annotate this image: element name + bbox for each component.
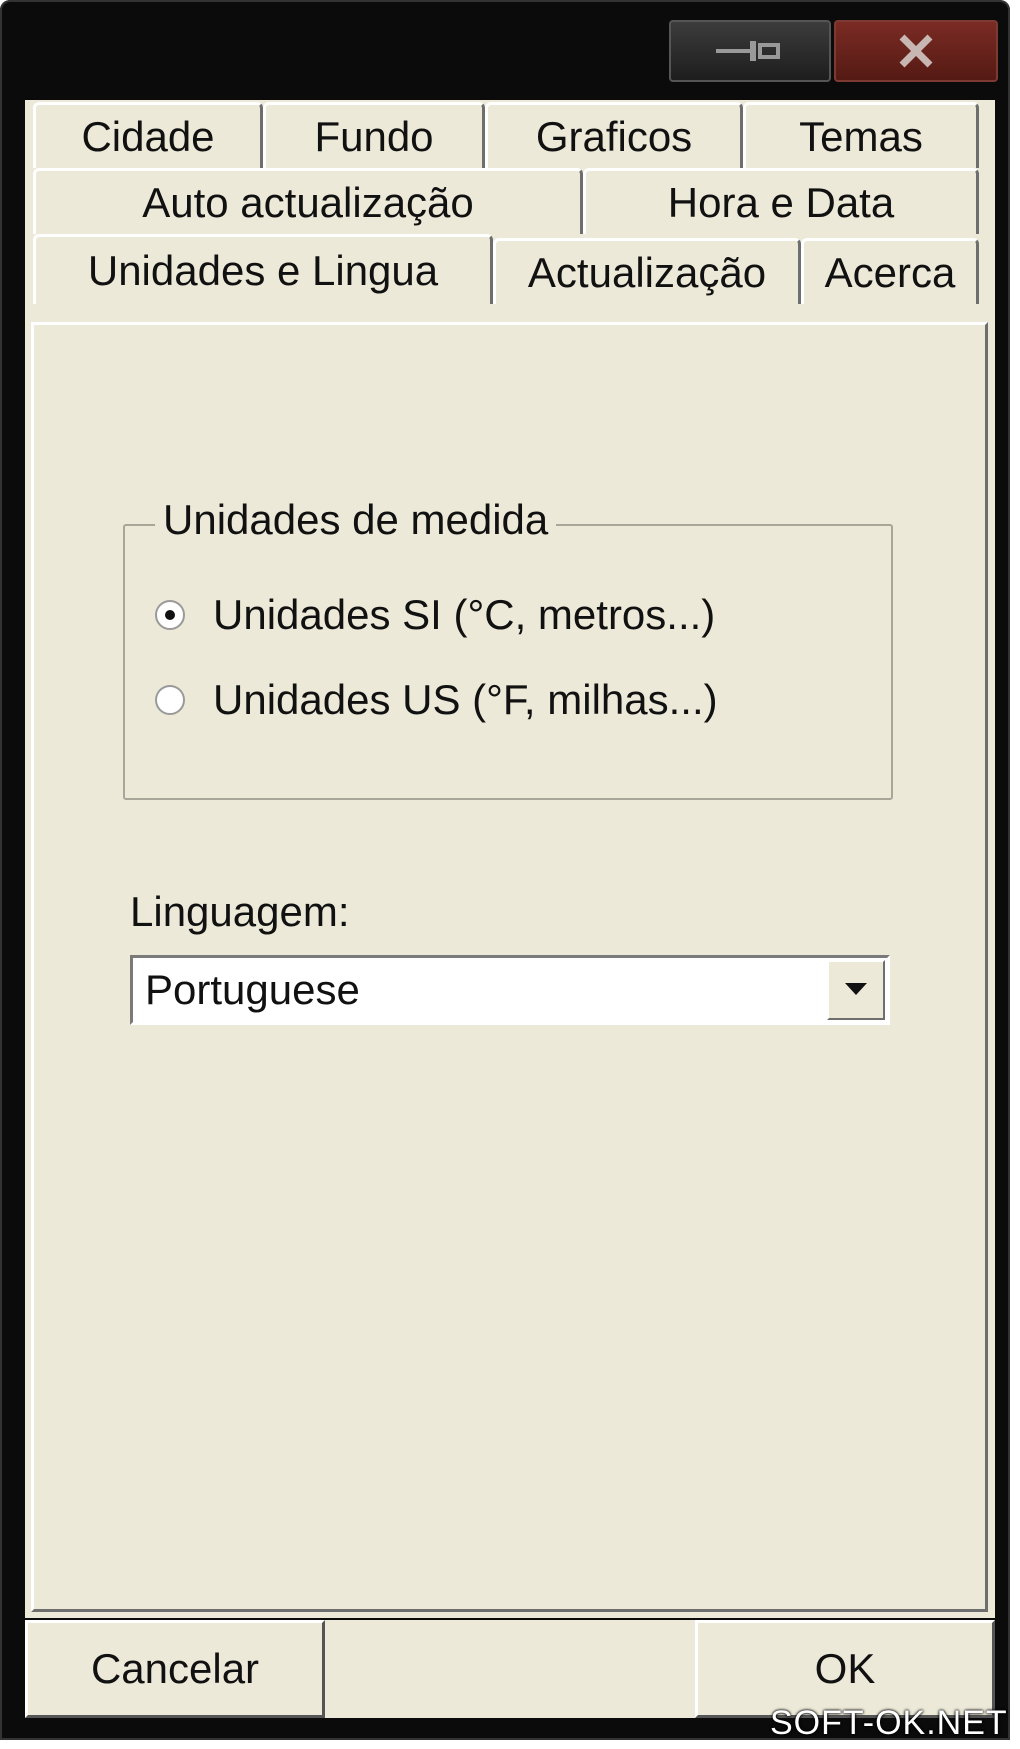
- radio-button[interactable]: [155, 685, 185, 715]
- tab-acerca[interactable]: Acerca: [801, 238, 979, 304]
- close-button[interactable]: [834, 20, 998, 82]
- tab-label: Actualização: [527, 248, 767, 296]
- tab-cidade[interactable]: Cidade: [33, 102, 263, 168]
- tab-label: Acerca: [824, 248, 956, 296]
- tab-actualizacao[interactable]: Actualização: [493, 238, 801, 304]
- radio-us-units[interactable]: Unidades US (°F, milhas...): [155, 676, 718, 724]
- tab-label: Cidade: [81, 112, 215, 160]
- watermark-text: SOFT-OK.NET: [770, 1704, 1008, 1742]
- tab-label: Graficos: [535, 112, 693, 160]
- tab-auto-actualizacao[interactable]: Auto actualização: [33, 168, 583, 234]
- radio-label: Unidades US (°F, milhas...): [213, 676, 718, 723]
- tab-unidades-e-lingua: Unidades e Lingua: [33, 234, 493, 304]
- settings-window: Cidade Fundo Graficos Temas Auto actuali…: [0, 0, 1010, 1740]
- tab-label: Hora e Data: [667, 178, 895, 226]
- pin-button[interactable]: [669, 20, 831, 82]
- tab-label: Unidades e Lingua: [87, 246, 439, 294]
- radio-si-units[interactable]: Unidades SI (°C, metros...): [155, 591, 715, 639]
- radio-checked-dot: [165, 610, 175, 620]
- units-groupbox: Unidades de medida Unidades SI (°C, metr…: [123, 496, 893, 800]
- tab-label: Temas: [799, 112, 923, 160]
- ok-label: OK: [814, 1645, 876, 1692]
- tab-label: Fundo: [314, 112, 434, 160]
- pin-icon: [716, 41, 780, 61]
- dialog-client-area: Cidade Fundo Graficos Temas Auto actuali…: [25, 100, 995, 1618]
- cancel-label: Cancelar: [90, 1645, 260, 1692]
- button-bar-spacer: [325, 1620, 695, 1718]
- language-select[interactable]: Portuguese: [130, 955, 890, 1025]
- tab-label: Auto actualização: [142, 178, 474, 226]
- title-bar: [0, 0, 1010, 100]
- tab-hora-e-data[interactable]: Hora e Data: [583, 168, 979, 234]
- close-icon: [899, 34, 933, 68]
- units-legend: Unidades de medida: [155, 496, 557, 544]
- language-label: Linguagem:: [130, 888, 350, 935]
- tab-graficos[interactable]: Graficos: [485, 102, 743, 168]
- cancel-button[interactable]: Cancelar: [25, 1620, 325, 1718]
- tab-temas[interactable]: Temas: [743, 102, 979, 168]
- radio-label: Unidades SI (°C, metros...): [213, 591, 716, 638]
- dropdown-button[interactable]: [827, 960, 885, 1020]
- chevron-down-icon: [845, 983, 867, 995]
- tab-fundo[interactable]: Fundo: [263, 102, 485, 168]
- radio-button[interactable]: [155, 600, 185, 630]
- language-selected-value: Portuguese: [145, 966, 360, 1013]
